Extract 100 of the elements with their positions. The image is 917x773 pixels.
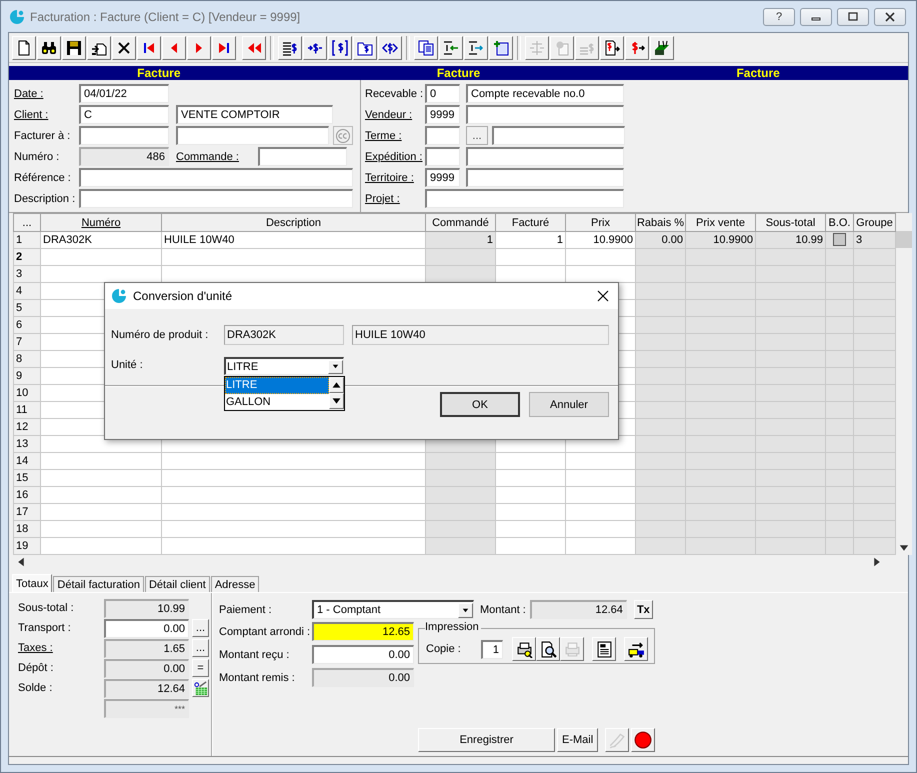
table-cell: 1 <box>426 232 496 248</box>
skip-forward-button[interactable] <box>212 36 236 60</box>
floppy-disk-button[interactable] <box>62 36 86 60</box>
shipping-name-field[interactable] <box>466 147 624 166</box>
column-header[interactable]: Commandé <box>426 214 496 232</box>
reference-field[interactable] <box>79 168 353 187</box>
document-arrow-button[interactable] <box>600 36 624 60</box>
amount-field[interactable]: 0.00 <box>312 645 414 664</box>
browse-button[interactable]: ... <box>466 126 488 145</box>
app-logo-icon <box>9 8 25 24</box>
documents-button[interactable] <box>414 36 438 60</box>
detail-button[interactable]: = <box>192 659 209 677</box>
column-header[interactable]: Prix <box>566 214 636 232</box>
email-button[interactable]: E-Mail <box>557 728 598 752</box>
save-button[interactable]: Enregistrer <box>418 728 555 752</box>
dialog-title: Conversion d'unité <box>133 289 232 303</box>
detail-button[interactable]: ... <box>192 619 209 637</box>
add-document-button[interactable] <box>489 36 513 60</box>
tab[interactable]: Adresse <box>210 576 260 592</box>
dropdown-option[interactable]: LITRE <box>225 377 329 394</box>
payment-dropdown[interactable]: 1 - Comptant <box>312 600 474 619</box>
close-button[interactable] <box>874 8 906 26</box>
seller-name-field[interactable] <box>466 105 624 124</box>
document-button[interactable] <box>12 36 36 60</box>
column-header[interactable]: Prix vente <box>686 214 756 232</box>
bill-to-name-field[interactable] <box>176 126 329 145</box>
minimize-button[interactable] <box>800 8 832 26</box>
scrollbar-thumb[interactable] <box>896 231 912 248</box>
tax-button[interactable]: Tx <box>634 600 653 619</box>
tab[interactable]: Détail facturation <box>53 576 144 592</box>
amount-field[interactable]: 12.65 <box>312 622 414 641</box>
unit-dropdown[interactable]: LITRE <box>224 357 344 375</box>
receivable-name-field[interactable]: Compte recevable no.0 <box>466 84 624 103</box>
column-header[interactable]: Rabais % <box>636 214 686 232</box>
bill-to-field[interactable] <box>79 126 169 145</box>
client-name-field[interactable]: VENTE COMPTOIR <box>176 105 333 124</box>
dollar-arrow-button[interactable] <box>625 36 649 60</box>
ok-button[interactable]: OK <box>440 392 520 417</box>
column-header[interactable]: Description <box>162 214 426 232</box>
scroll-down-icon[interactable] <box>329 393 344 409</box>
tray-button[interactable] <box>650 36 674 60</box>
detail-button[interactable]: ... <box>192 639 209 657</box>
description-field[interactable] <box>79 189 353 208</box>
arrows-dollar-button[interactable] <box>303 36 327 60</box>
indent-left-button[interactable] <box>439 36 463 60</box>
territory-name-field[interactable] <box>466 168 624 187</box>
help-button[interactable]: ? <box>763 8 795 26</box>
row-number: 8 <box>14 350 40 368</box>
seller-code-field[interactable]: 9999 <box>425 105 460 124</box>
column-header[interactable]: Groupe <box>854 214 896 232</box>
amount-field: 0.00 <box>312 668 414 687</box>
project-field[interactable] <box>425 189 624 208</box>
skip-back-button[interactable] <box>137 36 161 60</box>
documents-icon <box>418 40 434 56</box>
binoculars-button[interactable] <box>37 36 61 60</box>
row-number: 17 <box>14 504 40 520</box>
column-header[interactable]: Facturé <box>496 214 566 232</box>
column-header[interactable]: ... <box>14 214 40 232</box>
tab[interactable]: Totaux <box>12 574 52 592</box>
printer-key-button[interactable] <box>512 637 536 661</box>
client-code-field[interactable]: C <box>79 105 169 124</box>
section-title: Facture <box>136 66 182 80</box>
triangle-right-button[interactable] <box>187 36 211 60</box>
column-header[interactable]: Numéro <box>40 214 162 232</box>
text-document-button[interactable] <box>592 637 616 661</box>
row-number: 16 <box>14 486 40 504</box>
maximize-icon <box>847 12 859 22</box>
term-code-field[interactable] <box>425 126 460 145</box>
list-dollar-button[interactable] <box>278 36 302 60</box>
column-header[interactable]: Sous-total <box>756 214 826 232</box>
double-triangle-left-button[interactable] <box>242 36 266 60</box>
close-icon[interactable] <box>597 290 609 302</box>
shipping-code-field[interactable] <box>425 147 460 166</box>
stop-button[interactable] <box>631 728 656 752</box>
cancel-button[interactable]: Annuler <box>529 392 609 417</box>
printer-key-icon <box>516 640 532 658</box>
bracket-dollar-button[interactable] <box>328 36 352 60</box>
column-header[interactable]: B.O. <box>826 214 854 232</box>
copies-field[interactable]: 1 <box>481 640 503 658</box>
territory-code-field[interactable]: 9999 <box>425 168 460 187</box>
checkbox[interactable] <box>833 233 846 246</box>
amount-field[interactable]: 0.00 <box>104 618 189 638</box>
folder-dollar-button[interactable] <box>353 36 377 60</box>
triangle-left-button[interactable] <box>162 36 186 60</box>
tab[interactable]: Détail client <box>144 576 210 592</box>
calculator-button[interactable] <box>192 679 209 697</box>
delete-button[interactable] <box>112 36 136 60</box>
truck-arrow-button[interactable] <box>624 637 648 661</box>
maximize-button[interactable] <box>837 8 869 26</box>
indent-right-button[interactable] <box>464 36 488 60</box>
receivable-code-field[interactable]: 0 <box>425 84 460 103</box>
magnifier-document-button[interactable] <box>536 637 560 661</box>
scroll-up-icon[interactable] <box>329 377 344 393</box>
date-field[interactable]: 04/01/22 <box>79 84 169 103</box>
dollar-arrows-button[interactable] <box>378 36 402 60</box>
document-export-button[interactable] <box>87 36 111 60</box>
dropdown-option[interactable]: GALLON <box>225 394 329 411</box>
term-name-field[interactable] <box>492 126 625 145</box>
order-field[interactable] <box>258 147 347 166</box>
product-name-field: HUILE 10W40 <box>352 325 609 345</box>
